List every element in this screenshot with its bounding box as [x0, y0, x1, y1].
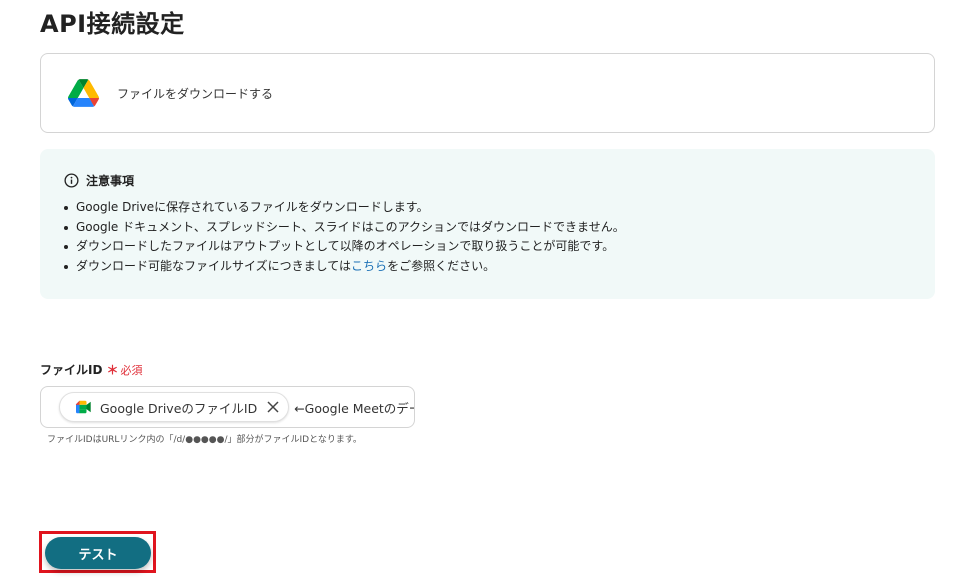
notice-item: ダウンロードしたファイルはアウトプットとして以降のオペレーションで取り扱うことが… [64, 237, 935, 257]
notice-item: ダウンロード可能なファイルサイズにつきましてはこちらをご参照ください。 [64, 257, 935, 277]
notice-item: Google ドキュメント、スプレッドシート、スライドはこのアクションではダウン… [64, 218, 935, 238]
variable-chip[interactable]: Google DriveのファイルID [59, 392, 290, 422]
notice-item-text-before: ダウンロード可能なファイルサイズにつきましては [76, 258, 352, 273]
notice-item: Google Driveに保存されているファイルをダウンロードします。 [64, 198, 935, 218]
file-id-input[interactable]: Google DriveのファイルID ←Google Meetのデータからファ… [40, 386, 415, 428]
file-id-label: ファイルID [40, 363, 103, 377]
file-size-info-link[interactable]: こちら [351, 259, 387, 273]
test-button[interactable]: テスト [45, 537, 151, 569]
required-mark: ＊ [106, 363, 119, 377]
file-id-input-text: ←Google Meetのデータからファイル [294, 400, 415, 416]
page-title: API接続設定 [40, 10, 185, 38]
required-text: 必須 [120, 363, 143, 377]
google-meet-icon [76, 400, 91, 414]
google-drive-icon [68, 79, 99, 107]
notice-heading: 注意事項 [64, 172, 935, 189]
close-icon[interactable] [266, 400, 280, 414]
action-card[interactable]: ファイルをダウンロードする [40, 53, 935, 133]
file-id-label-row: ファイルID ＊ 必須 [40, 361, 142, 378]
notice-list: Google Driveに保存されているファイルをダウンロードします。 Goog… [64, 198, 935, 276]
notice-box: 注意事項 Google Driveに保存されているファイルをダウンロードします。… [40, 149, 935, 299]
info-icon [64, 173, 79, 188]
notice-heading-text: 注意事項 [86, 174, 135, 188]
notice-item-text-after: をご参照ください。 [387, 258, 496, 273]
action-label: ファイルをダウンロードする [117, 86, 274, 101]
file-id-hint: ファイルIDはURLリンク内の「/d/●●●●●/」部分がファイルIDとなります… [47, 435, 362, 445]
variable-chip-label: Google DriveのファイルID [100, 400, 258, 416]
